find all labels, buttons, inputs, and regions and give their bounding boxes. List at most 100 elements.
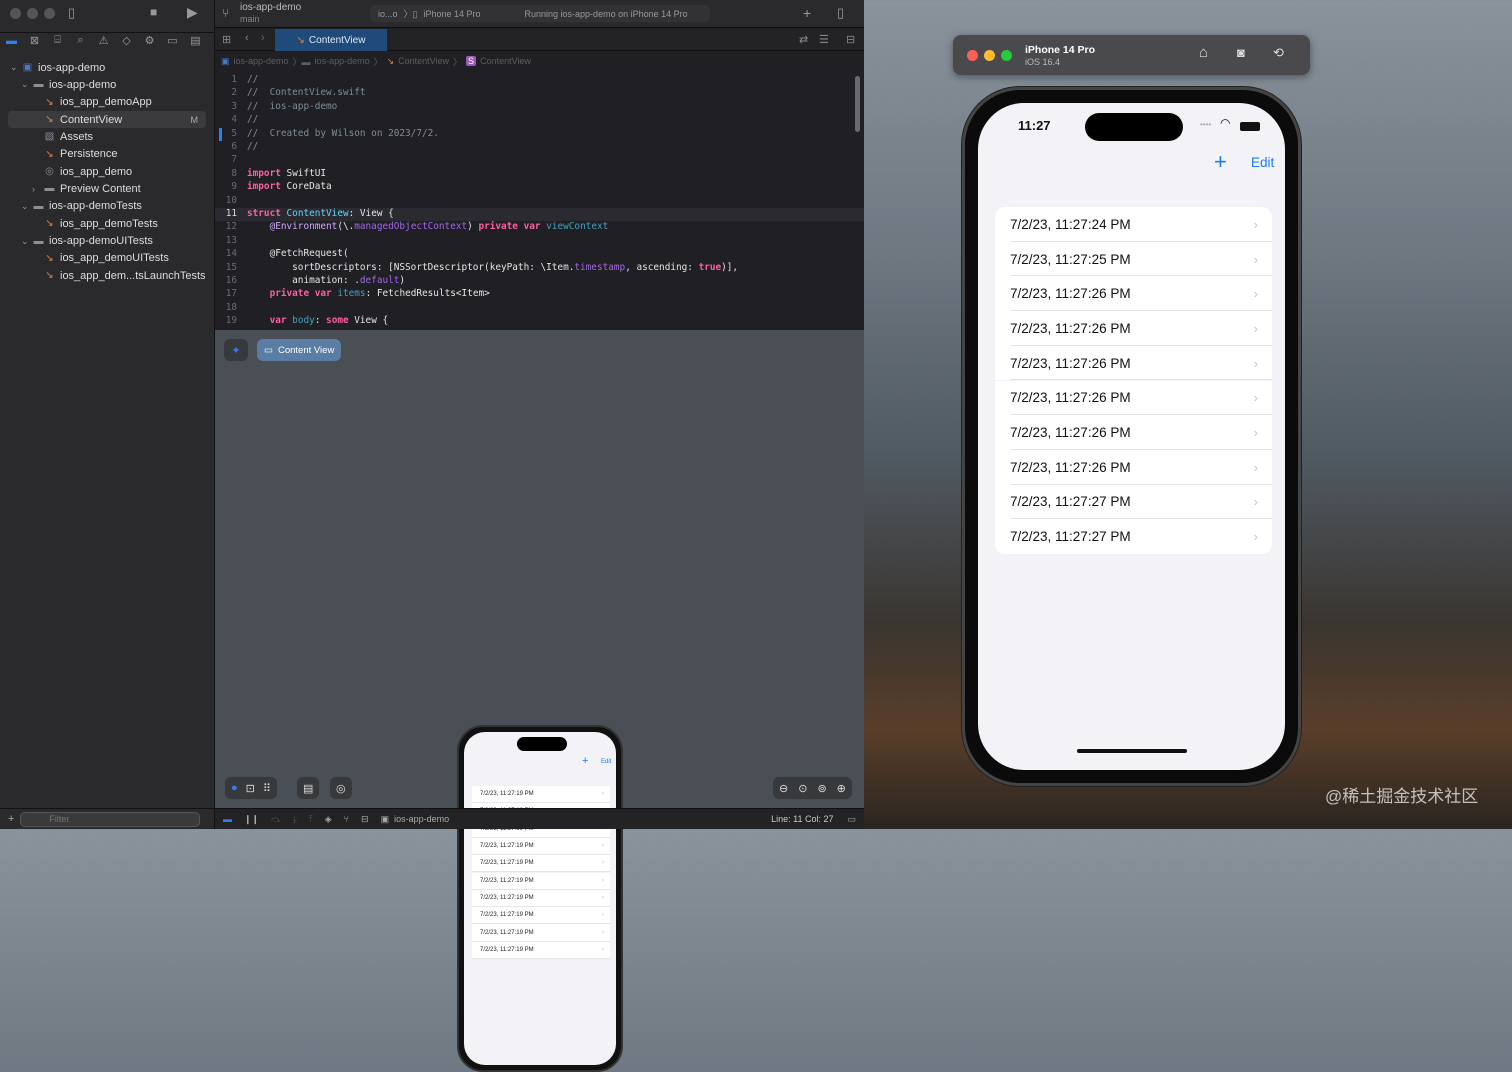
zoom-100-icon[interactable]: ⊙ [798,782,807,795]
test-icon[interactable]: ◇ [115,34,138,47]
code-line[interactable]: 7 [215,154,247,167]
project-name[interactable]: ios-app-demo [240,2,301,13]
source-control-icon[interactable]: ⊠ [23,34,46,47]
code-line[interactable]: 11 struct ContentView: View { [215,208,864,222]
code-line[interactable]: 12 @Environment (\. managedObjectContext) … [215,221,609,234]
preview-list-item[interactable]: 7/2/23, 11:27:19 PM › [472,855,610,873]
navigator-item[interactable]: ↘ ContentView M [8,111,206,129]
breadcrumb-item[interactable]: ContentView [398,56,449,66]
list-item[interactable]: 7/2/23, 11:27:26 PM › [995,415,1272,450]
breadcrumb-item[interactable]: ContentView [480,56,531,66]
pause-icon[interactable]: ❙❙ [244,814,259,825]
report-icon[interactable]: ▤ [184,34,207,47]
device-settings-button[interactable]: ▤ [297,777,320,799]
forward-icon[interactable]: › [261,32,265,44]
navigator-item[interactable]: ▨ Assets [0,128,215,145]
debug-area-toggle-icon[interactable]: ▭ [847,814,856,825]
zoom-fit-icon[interactable]: ⊚ [817,782,826,795]
code-line[interactable]: 15 sortDescriptors: [NSSortDescriptor(ke… [215,262,738,275]
code-line[interactable]: 8 import SwiftUI [215,168,326,181]
navigator-item[interactable]: ↘ Persistence [0,146,215,163]
add-icon[interactable]: + [803,5,811,21]
scheme-selector[interactable]: io...o [378,9,398,19]
code-line[interactable]: 19 var body: some View { [215,315,388,328]
list-item[interactable]: 7/2/23, 11:27:27 PM › [995,519,1272,554]
navigator-item[interactable]: ⌄ ▣ ios-app-demo [0,59,215,76]
breadcrumb-item[interactable]: ios-app-demo [315,56,370,66]
preview-list-item[interactable]: 7/2/23, 11:27:19 PM › [472,924,610,942]
home-indicator[interactable] [1077,749,1187,753]
code-line[interactable]: 1 // [215,74,258,87]
add-editor-icon[interactable]: ⊟ [846,33,855,46]
disclosure-chevron-icon[interactable]: ⌄ [21,236,33,247]
list-item[interactable]: 7/2/23, 11:27:26 PM › [995,345,1272,381]
step-over-icon[interactable]: ⤼ [271,814,281,825]
step-into-icon[interactable]: ⤓ [293,814,297,825]
tab-contentview[interactable]: ↘ ContentView [275,29,387,51]
symbol-icon[interactable]: ⌸ [46,34,69,47]
minimize-button[interactable] [27,8,38,19]
code-line[interactable]: 10 [215,195,247,208]
disclosure-chevron-icon[interactable]: › [32,184,44,194]
preview-list-item[interactable]: 7/2/23, 11:27:19 PM › [472,889,610,908]
list-item[interactable]: 7/2/23, 11:27:26 PM › [995,276,1272,312]
activity-view[interactable]: io...o 〉▯ iPhone 14 Pro Running ios-app-d… [370,5,710,22]
preview-list-item[interactable]: 7/2/23, 11:27:19 PM › [472,837,610,856]
navigator-item[interactable]: ↘ ios_app_demoUITests [0,250,215,267]
step-out-icon[interactable]: ⤒ [309,814,313,825]
debug-icon[interactable]: ⚙ [138,34,161,47]
preview-list-item[interactable]: 7/2/23, 11:27:19 PM › [472,907,610,925]
related-items-icon[interactable]: ⇄ [799,33,808,46]
navigator-item[interactable]: ↘ ios_app_demoTests [0,215,215,232]
disclosure-chevron-icon[interactable]: ⌄ [21,201,33,212]
run-icon[interactable]: ▶ [187,4,198,21]
home-icon[interactable]: ⌂ [1199,44,1208,61]
code-line[interactable]: 13 [215,235,247,248]
navigator-item[interactable]: ◎ ios_app_demo [0,163,215,180]
screenshot-icon[interactable]: ◙ [1237,45,1245,60]
minimize-button[interactable] [984,50,995,61]
add-icon[interactable]: + [582,755,588,767]
list-item[interactable]: 7/2/23, 11:27:27 PM › [995,484,1272,520]
pin-button[interactable]: ✦ [224,339,248,361]
warning-icon[interactable]: ⚠ [92,34,115,47]
add-icon[interactable]: + [8,813,14,825]
sidebar-toggle-icon[interactable]: ▯ [68,5,75,21]
memory-graph-icon[interactable]: ⑂ [344,814,349,824]
simulator-screen[interactable]: 11:27 •••• ◠ + Edit 7/2/23, 11:27:24 PM ›… [978,103,1285,770]
code-line[interactable]: 17 private var items: FetchedResults<Ite… [215,288,490,301]
edit-button[interactable]: Edit [1251,155,1274,170]
back-icon[interactable]: ‹ [245,32,249,44]
navigator-item[interactable]: ↘ ios_app_dem...tsLaunchTests [0,267,215,284]
content-view-preview-tab[interactable]: ▭ Content View [257,339,342,361]
zoom-button[interactable] [44,8,55,19]
code-line[interactable]: 16 animation: . default) [215,275,405,288]
device-selector[interactable]: iPhone 14 Pro [423,9,480,19]
add-icon[interactable]: + [1214,151,1227,173]
scrollbar[interactable] [855,76,860,132]
navigator-item[interactable]: ⌄ ▬ ios-app-demo [0,76,215,93]
navigator-item[interactable]: › ▬ Preview Content [0,180,215,197]
editor-options-icon[interactable]: ☰ [819,33,829,46]
code-editor[interactable]: 1 // 2 // ContentView.swift 3 // ios-app-demo… [215,74,864,328]
zoom-in-icon[interactable]: ⊕ [837,782,846,795]
console-toggle-icon[interactable]: ▬ [223,814,232,824]
edit-button[interactable]: Edit [601,759,611,765]
code-line[interactable]: 2 // ContentView.swift [215,87,365,100]
live-icon[interactable]: ● [231,782,238,794]
filter-input[interactable] [20,811,201,827]
preview-list-item[interactable]: 7/2/23, 11:27:19 PM › [472,941,610,959]
list-item[interactable]: 7/2/23, 11:27:26 PM › [995,380,1272,416]
list-item[interactable]: 7/2/23, 11:27:25 PM › [995,241,1272,277]
navigator-item[interactable]: ⌄ ▬ ios-app-demoUITests [0,233,215,250]
disclosure-chevron-icon[interactable]: ⌄ [10,62,22,73]
zoom-button[interactable] [1001,50,1012,61]
code-line[interactable]: 3 // ios-app-demo [215,101,337,114]
navigator-item[interactable]: ⌄ ▬ ios-app-demoTests [0,198,215,215]
grid-icon[interactable]: ⊞ [222,33,231,46]
preview-list-item[interactable]: 7/2/23, 11:27:19 PM › [472,872,610,890]
close-button[interactable] [967,50,978,61]
variants-button[interactable]: ◎ [330,777,352,799]
code-line[interactable]: 14 @FetchRequest( [215,248,349,261]
selectable-icon[interactable]: ⊡ [246,782,255,795]
